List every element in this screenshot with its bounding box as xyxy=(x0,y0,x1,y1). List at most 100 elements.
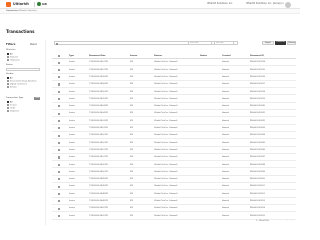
expand-row-icon[interactable]: › xyxy=(53,149,54,151)
row-checkbox[interactable] xyxy=(58,76,61,79)
select-all-checkbox[interactable] xyxy=(58,54,61,57)
table-row[interactable]: › Invoice 7/19/2024 4:28:53 PM EDI Ultiarhit… xyxy=(52,125,296,132)
checkbox[interactable] xyxy=(7,86,9,89)
table-row[interactable]: › Invoice 7/19/2024 4:28:55 PM EDI Ultiarhit… xyxy=(52,88,296,96)
column-header-date[interactable]: Document Date xyxy=(89,55,106,57)
column-header-status[interactable]: Status xyxy=(200,55,207,57)
checkbox[interactable] xyxy=(7,79,9,82)
row-checkbox[interactable] xyxy=(58,141,61,144)
row-checkbox[interactable] xyxy=(58,134,61,137)
expand-row-icon[interactable]: › xyxy=(53,69,54,71)
expand-row-icon[interactable]: › xyxy=(53,142,54,144)
row-checkbox[interactable] xyxy=(58,200,61,203)
column-header-source[interactable]: Source xyxy=(130,55,137,57)
table-row[interactable]: › Invoice 7/19/2024 4:28:47 PM EDI Ultiarhit… xyxy=(52,205,296,213)
checkbox[interactable] xyxy=(7,106,9,109)
row-checkbox[interactable] xyxy=(58,214,61,217)
table-row[interactable]: › Invoice 7/19/2024 4:28:51 PM EDI Ultiarhit… xyxy=(52,147,296,154)
row-checkbox[interactable] xyxy=(58,90,61,93)
row-checkbox[interactable] xyxy=(58,61,61,64)
table-row[interactable]: › Invoice 7/19/2024 4:28:56 PM EDI Ultiarhit… xyxy=(52,81,296,89)
filter-option[interactable]: Outbound xyxy=(7,58,19,62)
expand-row-icon[interactable]: › xyxy=(53,193,54,195)
expand-row-icon[interactable]: › xyxy=(53,91,54,93)
company-switcher[interactable]: Ultiarhit Solutions, Inc. (Group) v xyxy=(246,2,284,6)
expand-row-icon[interactable]: › xyxy=(53,207,54,209)
table-row[interactable]: › Invoice 7/19/2024 4:28:53 PM EDI Ultiarhit… xyxy=(52,117,296,125)
expand-row-icon[interactable]: › xyxy=(53,178,54,180)
prev-page-icon[interactable]: ‹ xyxy=(286,220,289,223)
table-row[interactable]: › Invoice 7/19/2024 4:28:49 PM EDI Ultiarhit… xyxy=(52,176,296,184)
columns-button[interactable]: Columns xyxy=(287,41,296,45)
expand-row-icon[interactable]: › xyxy=(53,215,54,217)
checkbox[interactable] xyxy=(7,82,9,85)
checkbox[interactable] xyxy=(7,110,9,113)
expand-row-icon[interactable]: › xyxy=(53,134,54,136)
avatar[interactable] xyxy=(285,1,291,8)
expand-row-icon[interactable]: › xyxy=(53,156,54,158)
table-row[interactable]: › Invoice 7/19/2024 4:28:48 PM EDI Ultiarhit… xyxy=(52,190,296,198)
table-row[interactable]: › Invoice 7/19/2024 4:28:52 PM EDI Ultiarhit… xyxy=(52,132,296,140)
row-checkbox[interactable] xyxy=(58,105,61,108)
column-header-partner[interactable]: Partner xyxy=(154,55,162,57)
reset-filters-button[interactable]: Reset xyxy=(30,43,37,46)
breadcrumb-item-transactions[interactable]: Transactions xyxy=(6,10,18,13)
checkbox[interactable] xyxy=(7,103,9,106)
expand-row-icon[interactable]: › xyxy=(53,120,54,122)
row-checkbox[interactable] xyxy=(58,83,61,86)
row-checkbox[interactable] xyxy=(58,178,61,181)
expand-row-icon[interactable]: › xyxy=(53,105,54,107)
filter-option[interactable]: Vendor xyxy=(7,86,17,89)
table-row[interactable]: › Invoice 7/19/2024 4:28:52 PM EDI Ultiarhit… xyxy=(52,139,296,147)
date-to-input[interactable]: End date xyxy=(214,41,238,45)
table-row[interactable]: › Invoice 7/19/2024 4:28:54 PM EDI Ultiarhit… xyxy=(52,110,296,118)
row-checkbox[interactable] xyxy=(58,185,61,188)
checkbox[interactable] xyxy=(7,58,9,61)
column-header-created[interactable]: Created xyxy=(222,55,230,57)
account-info[interactable]: Ultiarhit Solutions, Inc. xyxy=(207,2,233,6)
table-row[interactable]: › Invoice 7/19/2024 4:28:48 PM EDI Ultiarhit… xyxy=(52,198,296,205)
checkbox[interactable] xyxy=(7,52,9,55)
row-checkbox[interactable] xyxy=(58,192,61,196)
table-row[interactable]: › Invoice 7/19/2024 4:28:54 PM EDI Ultiarhit… xyxy=(52,103,296,111)
table-row[interactable]: › Invoice 7/19/2024 4:28:56 PM EDI Ultiarhit… xyxy=(52,74,296,81)
export-button[interactable]: Export xyxy=(262,41,274,45)
filter-option[interactable]: Shipment xyxy=(7,110,19,113)
table-row[interactable]: › Invoice 7/19/2024 4:28:50 PM EDI Ultiarhit… xyxy=(52,161,296,169)
expand-row-icon[interactable]: › xyxy=(53,127,54,129)
date-from-input[interactable]: Start date xyxy=(188,41,212,45)
table-row[interactable]: › Invoice 7/19/2024 4:28:50 PM EDI Ultiarhit… xyxy=(52,169,296,176)
row-checkbox[interactable] xyxy=(58,207,61,210)
row-checkbox[interactable] xyxy=(58,112,61,115)
download-button[interactable]: Download xyxy=(275,41,286,45)
expand-row-icon[interactable]: › xyxy=(53,185,54,187)
filter-section-status[interactable]: Status xyxy=(6,64,13,67)
row-checkbox[interactable] xyxy=(58,119,61,123)
expand-row-icon[interactable]: › xyxy=(53,76,54,78)
expand-row-icon[interactable]: › xyxy=(53,164,54,166)
expand-row-icon[interactable]: › xyxy=(53,112,54,114)
org-name[interactable]: GB xyxy=(42,2,47,7)
expand-row-icon[interactable]: › xyxy=(53,171,54,173)
expand-row-icon[interactable]: › xyxy=(53,200,54,202)
row-checkbox[interactable] xyxy=(58,68,61,71)
table-row[interactable]: › Invoice 7/19/2024 4:28:51 PM EDI Ultiarhit… xyxy=(52,154,296,162)
checkbox[interactable] xyxy=(7,100,9,103)
checkbox[interactable] xyxy=(7,55,9,58)
column-header-type[interactable]: Type xyxy=(69,55,74,57)
table-row[interactable]: › Invoice 7/19/2024 4:28:57 PM EDI Ultiarhit… xyxy=(52,66,296,74)
checkbox[interactable] xyxy=(7,76,9,79)
next-page-icon[interactable]: › xyxy=(290,220,293,223)
row-checkbox[interactable] xyxy=(58,149,61,152)
breadcrumb-item-org[interactable]: Ultiarhit Solutions xyxy=(19,10,37,13)
row-checkbox[interactable] xyxy=(58,171,61,174)
status-select[interactable] xyxy=(6,68,40,71)
expand-row-icon[interactable]: › xyxy=(53,61,54,63)
table-row[interactable]: › Invoice 7/19/2024 4:28:49 PM EDI Ultiarhit… xyxy=(52,183,296,191)
clear-type-button[interactable]: Clear xyxy=(34,97,41,100)
row-checkbox[interactable] xyxy=(58,127,61,130)
table-row[interactable]: › Invoice 7/19/2024 4:28:57 PM EDI Ultiarhit… xyxy=(52,59,296,67)
column-header-document-id[interactable]: Document ID xyxy=(250,55,264,57)
expand-row-icon[interactable]: › xyxy=(53,98,54,100)
row-checkbox[interactable] xyxy=(58,156,61,159)
